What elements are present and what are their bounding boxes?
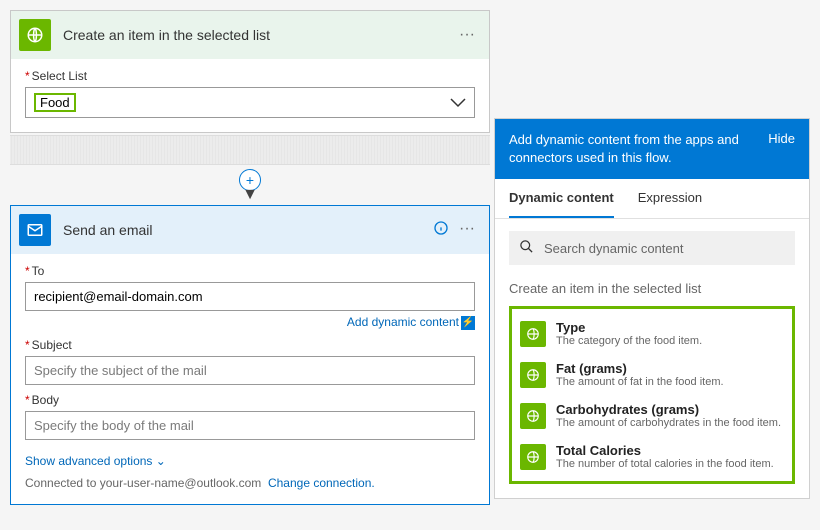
create-item-card: Create an item in the selected list ··· …	[10, 10, 490, 133]
body-label: *Body	[25, 393, 475, 407]
add-dynamic-content-link[interactable]: Add dynamic content⚡	[25, 315, 475, 330]
tab-expression[interactable]: Expression	[638, 179, 702, 218]
dynamic-item-calories[interactable]: Total CaloriesThe number of total calori…	[512, 436, 792, 477]
subject-input[interactable]: Specify the subject of the mail	[25, 356, 475, 385]
send-email-card: Send an email ··· *To recipient@email-do…	[10, 205, 490, 505]
collapsed-section	[10, 135, 490, 165]
show-advanced-link[interactable]: Show advanced options ⌄	[25, 454, 475, 468]
search-input[interactable]: Search dynamic content	[509, 231, 795, 265]
panel-tabs: Dynamic content Expression	[495, 179, 809, 219]
create-card-header[interactable]: Create an item in the selected list ···	[11, 11, 489, 59]
select-list-label: *Select List	[25, 69, 475, 83]
globe-icon	[520, 362, 546, 388]
email-card-title: Send an email	[63, 222, 433, 238]
dynamic-items-group: TypeThe category of the food item. Fat (…	[509, 306, 795, 484]
globe-icon	[19, 19, 51, 51]
chevron-down-icon: ⌄	[156, 454, 166, 468]
dynamic-section-title: Create an item in the selected list	[495, 277, 809, 306]
globe-icon	[520, 403, 546, 429]
search-icon	[519, 239, 534, 257]
create-card-title: Create an item in the selected list	[63, 27, 459, 43]
search-placeholder: Search dynamic content	[544, 241, 683, 256]
dynamic-item-type[interactable]: TypeThe category of the food item.	[512, 313, 792, 354]
globe-icon	[520, 444, 546, 470]
to-label: *To	[25, 264, 475, 278]
subject-label: *Subject	[25, 338, 475, 352]
to-input[interactable]: recipient@email-domain.com	[25, 282, 475, 311]
more-icon[interactable]: ···	[459, 26, 475, 44]
hide-panel-link[interactable]: Hide	[768, 131, 795, 146]
connection-info: Connected to your-user-name@outlook.com …	[25, 476, 475, 490]
select-list-dropdown[interactable]: Food	[25, 87, 475, 118]
body-input[interactable]: Specify the body of the mail	[25, 411, 475, 440]
panel-header-text: Add dynamic content from the apps and co…	[509, 131, 756, 167]
panel-header: Add dynamic content from the apps and co…	[495, 119, 809, 179]
globe-icon	[520, 321, 546, 347]
email-card-header[interactable]: Send an email ···	[11, 206, 489, 254]
info-icon[interactable]	[433, 220, 449, 241]
dynamic-content-panel: Add dynamic content from the apps and co…	[494, 118, 810, 499]
dynamic-item-fat[interactable]: Fat (grams)The amount of fat in the food…	[512, 354, 792, 395]
more-icon[interactable]: ···	[459, 220, 475, 241]
select-list-value: Food	[34, 93, 76, 112]
chevron-down-icon	[450, 95, 466, 111]
dynamic-content-icon: ⚡	[461, 316, 475, 330]
outlook-icon	[19, 214, 51, 246]
arrow-down-icon: ▼	[10, 191, 490, 199]
tab-dynamic-content[interactable]: Dynamic content	[509, 179, 614, 218]
change-connection-link[interactable]: Change connection.	[268, 476, 375, 490]
dynamic-item-carbs[interactable]: Carbohydrates (grams)The amount of carbo…	[512, 395, 792, 436]
